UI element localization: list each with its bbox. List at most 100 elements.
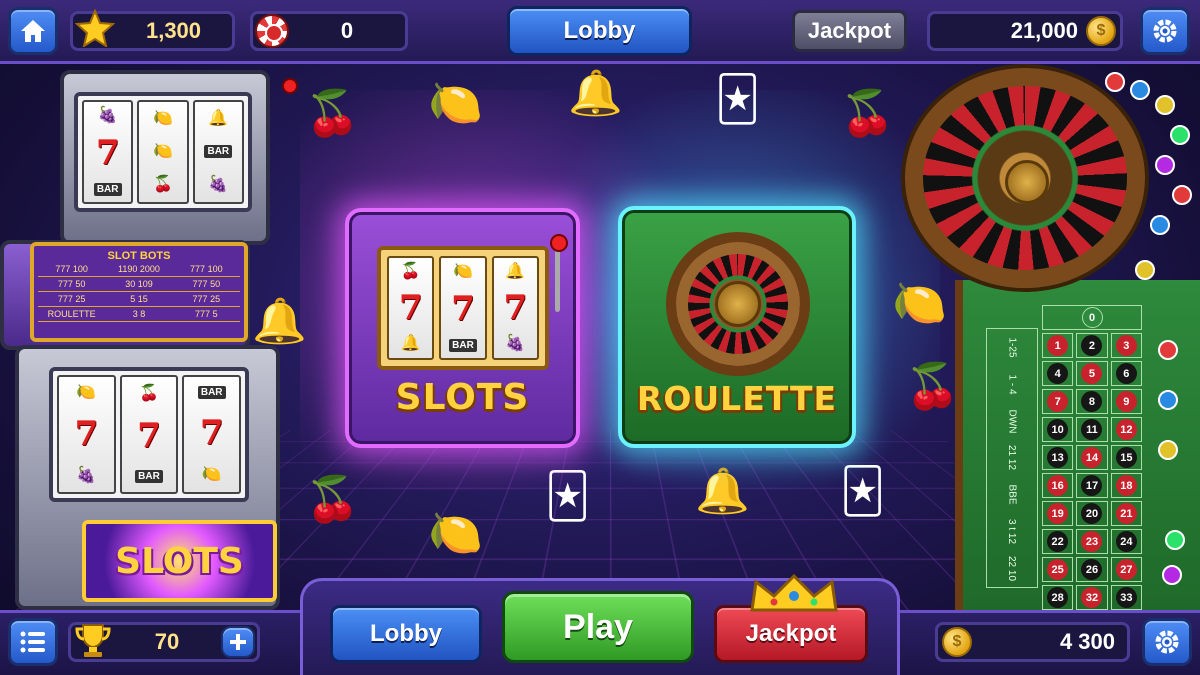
bet-cell[interactable]: 16 — [1042, 473, 1074, 498]
slots-game-card[interactable]: 🍒 7 🔔 🍋 7 BAR 🔔 7 🍇 SLOTS — [345, 208, 580, 448]
bet-cell[interactable]: 27 — [1110, 557, 1142, 582]
chip-stack — [1155, 155, 1175, 175]
bet-number: 12 — [1115, 419, 1137, 440]
bet-cell[interactable]: 21 — [1110, 501, 1142, 526]
bell-icon: 🔔 — [252, 297, 307, 346]
bet-cell[interactable]: 4 — [1042, 361, 1074, 386]
slots-lever-icon — [550, 234, 568, 312]
bet-number: 26 — [1081, 559, 1103, 580]
bet-cell[interactable]: 32 — [1076, 585, 1108, 610]
crown-icon — [750, 573, 838, 612]
bet-cell[interactable]: 3 — [1110, 333, 1142, 358]
jackpot-tab-button[interactable]: Jackpot — [792, 10, 907, 52]
bet-cell[interactable]: 22 — [1042, 529, 1074, 554]
bet-cell[interactable]: 28 — [1042, 585, 1074, 610]
home-button[interactable] — [8, 7, 58, 55]
paytable-cell: 5 15 — [130, 294, 148, 304]
bottom-settings-button[interactable] — [1142, 618, 1192, 666]
chip-stack — [1165, 530, 1185, 550]
bottom-coins-counter: $ 4 300 — [935, 622, 1130, 662]
bet-number: 2 — [1081, 335, 1103, 356]
bet-cell[interactable]: 18 — [1110, 473, 1142, 498]
bet-number: 8 — [1081, 391, 1103, 412]
plus-icon — [230, 634, 246, 650]
paytable-cell: 30 109 — [125, 279, 153, 289]
bell-icon: 🔔 — [695, 467, 750, 516]
jester-icon: 🃏 — [715, 75, 761, 124]
bet-number: 14 — [1081, 447, 1103, 468]
cherry-icon: 🍒 — [305, 89, 360, 138]
slots-sign: SLOTS — [82, 520, 277, 602]
bet-cell[interactable]: 5 — [1076, 361, 1108, 386]
bet-number: 19 — [1047, 503, 1069, 524]
bet-cell[interactable]: 11 — [1076, 417, 1108, 442]
paytable-cell: 777 25 — [192, 294, 221, 304]
home-icon — [21, 20, 45, 42]
bet-cell[interactable]: 17 — [1076, 473, 1108, 498]
chip-stack — [1172, 185, 1192, 205]
bet-number: 10 — [1047, 419, 1069, 440]
table-side-labels: 1-25 1 - 4 DWN 21 12 BBE 3 t 12 22 10 — [986, 328, 1038, 588]
bet-cell[interactable]: 14 — [1076, 445, 1108, 470]
bell-icon: 🔔 — [568, 69, 623, 118]
stars-value: 1,300 — [145, 18, 202, 43]
settings-button[interactable] — [1140, 7, 1190, 55]
bet-cell[interactable]: 10 — [1042, 417, 1074, 442]
paytable-cell: 777 25 — [57, 294, 86, 304]
paytable-row: 777 50 30 109 777 50 — [38, 277, 240, 292]
lobby-tab-button[interactable]: Lobby — [507, 6, 692, 56]
bet-cell[interactable]: 25 — [1042, 557, 1074, 582]
bet-number: 16 — [1047, 475, 1069, 496]
menu-button[interactable] — [8, 618, 58, 666]
bet-cell[interactable]: 0 — [1042, 305, 1142, 330]
bet-cell[interactable]: 1 — [1042, 333, 1074, 358]
roulette-wheel-icon — [666, 232, 810, 376]
add-trophy-button[interactable] — [221, 626, 255, 658]
paytable-cell: 777 5 — [195, 309, 218, 319]
bet-number: 0 — [1081, 307, 1103, 328]
chip-stack — [1135, 260, 1155, 280]
lemon-icon: 🍋 — [428, 509, 483, 558]
machine-lever-knob[interactable] — [282, 78, 298, 94]
slot-machine-back: 🍇 7 BAR 🍋 🍋 🍒 🔔 BAR 🍇 — [60, 70, 270, 245]
paytable-cell: 1190 2000 — [118, 264, 160, 274]
bet-cell[interactable]: 9 — [1110, 389, 1142, 414]
bet-cell[interactable]: 20 — [1076, 501, 1108, 526]
bet-number: 7 — [1047, 391, 1069, 412]
chip-stack — [1130, 80, 1150, 100]
slots-card-title: SLOTS — [395, 377, 530, 418]
chip-stack — [1158, 440, 1178, 460]
bet-number: 17 — [1081, 475, 1103, 496]
play-button[interactable]: Play — [502, 591, 694, 663]
bet-number: 5 — [1081, 363, 1103, 384]
bet-number: 18 — [1115, 475, 1137, 496]
chip-stack — [1105, 72, 1125, 92]
bet-cell[interactable]: 12 — [1110, 417, 1142, 442]
bet-cell[interactable]: 15 — [1110, 445, 1142, 470]
bet-number: 13 — [1047, 447, 1069, 468]
table-side-label: BBE — [1006, 484, 1018, 505]
gear-icon — [1153, 19, 1177, 43]
bottom-coins-value: 4 300 — [1059, 629, 1115, 654]
stars-counter: 1,300 — [70, 9, 235, 51]
bet-cell[interactable]: 19 — [1042, 501, 1074, 526]
bet-cell[interactable]: 33 — [1110, 585, 1142, 610]
bet-cell[interactable]: 24 — [1110, 529, 1142, 554]
chips-value: 0 — [340, 18, 354, 43]
table-side-label: 1-25 — [1006, 337, 1018, 358]
bet-cell[interactable]: 23 — [1076, 529, 1108, 554]
bet-cell[interactable]: 8 — [1076, 389, 1108, 414]
table-side-label: 3 t 12 — [1006, 519, 1018, 545]
bet-number: 21 — [1115, 503, 1137, 524]
bet-number: 28 — [1047, 587, 1069, 608]
roulette-game-card[interactable]: ROULETTE — [618, 206, 856, 448]
bet-cell[interactable]: 26 — [1076, 557, 1108, 582]
bet-number: 6 — [1115, 363, 1137, 384]
bet-cell[interactable]: 7 — [1042, 389, 1074, 414]
bet-cell[interactable]: 2 — [1076, 333, 1108, 358]
bet-cell[interactable]: 13 — [1042, 445, 1074, 470]
bet-cell[interactable]: 6 — [1110, 361, 1142, 386]
bet-number: 23 — [1081, 531, 1103, 552]
lobby-button[interactable]: Lobby — [330, 605, 482, 663]
bet-number: 4 — [1047, 363, 1069, 384]
